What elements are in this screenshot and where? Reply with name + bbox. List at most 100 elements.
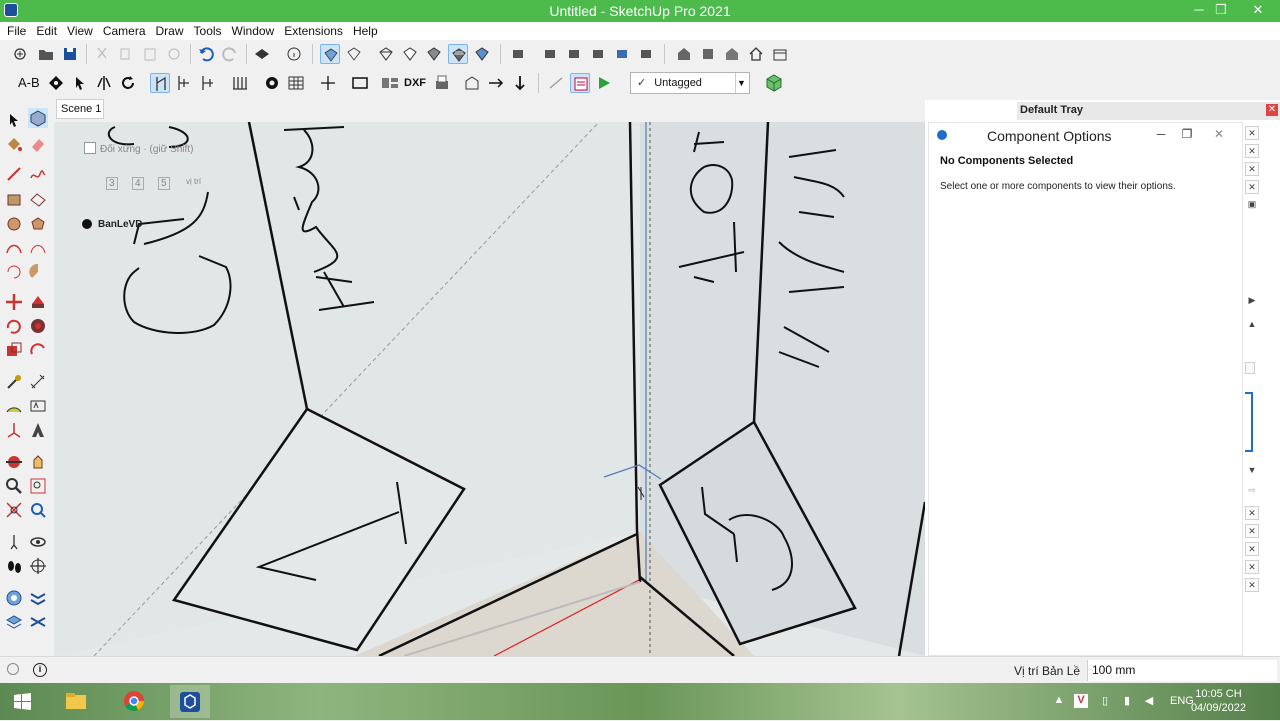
close-button[interactable]: ✕ [1238, 0, 1278, 22]
share-model-icon[interactable] [698, 44, 718, 64]
zoom-window-icon[interactable] [28, 476, 48, 496]
sketchup-taskbar-icon[interactable] [170, 685, 210, 718]
pie-tool-icon[interactable] [28, 262, 48, 282]
rectangle-tool-icon[interactable] [4, 190, 24, 210]
rail-close-1-icon[interactable]: ✕ [1245, 126, 1259, 140]
save-icon[interactable] [60, 44, 80, 64]
cabinet-icon[interactable] [462, 73, 482, 93]
pencil-line-icon[interactable] [4, 164, 24, 184]
menu-camera[interactable]: Camera [98, 22, 151, 40]
print-icon[interactable] [252, 44, 272, 64]
eraser-icon[interactable] [28, 134, 48, 154]
copy-icon[interactable] [116, 44, 136, 64]
tray-overflow-icon[interactable]: ▲ [1052, 694, 1066, 708]
hinge-left-icon[interactable] [174, 73, 194, 93]
scroll-up-icon[interactable]: ▲ [1245, 318, 1259, 332]
axes-tool-icon[interactable] [4, 420, 24, 440]
rectangle-icon[interactable] [350, 73, 370, 93]
position-camera-icon[interactable] [4, 532, 24, 552]
top-view-icon[interactable] [540, 44, 560, 64]
rail-close-2-icon[interactable]: ✕ [1245, 144, 1259, 158]
option-5-button[interactable]: 5 [158, 177, 170, 190]
layout-panels-icon[interactable] [380, 73, 400, 93]
table-grid-icon[interactable] [286, 73, 306, 93]
previous-view-icon[interactable] [28, 500, 48, 520]
windows-start-icon[interactable] [2, 685, 42, 718]
component-cube-icon[interactable] [764, 73, 784, 93]
info-icon[interactable]: i [33, 663, 47, 677]
settings-gear-icon[interactable] [262, 73, 282, 93]
rail-close-6-icon[interactable]: ✕ [1245, 524, 1259, 538]
rail-forward-icon[interactable]: ⇨ [1245, 484, 1259, 498]
layers-stack-icon[interactable] [4, 612, 24, 632]
erase-icon[interactable] [164, 44, 184, 64]
tags-panel-icon[interactable] [570, 73, 590, 93]
home-icon[interactable] [746, 44, 766, 64]
pan-tool-icon[interactable] [28, 452, 48, 472]
xray-icon[interactable] [320, 44, 340, 64]
arrow-down-icon[interactable] [510, 73, 530, 93]
dimension-tool-icon[interactable] [28, 372, 48, 392]
left-view-icon[interactable] [636, 44, 656, 64]
new-icon[interactable] [10, 44, 30, 64]
rail-save-icon[interactable]: ▣ [1245, 198, 1259, 212]
open-icon[interactable] [36, 44, 56, 64]
three-point-arc-icon[interactable] [4, 262, 24, 282]
tape-measure-icon[interactable] [546, 73, 566, 93]
tape-measure-tool-icon[interactable] [4, 372, 24, 392]
arrow-right-icon[interactable] [486, 73, 506, 93]
hidden-line-icon[interactable] [400, 44, 420, 64]
text-label-icon[interactable] [28, 396, 48, 416]
select-tool-icon[interactable] [4, 110, 24, 130]
look-around-icon[interactable] [28, 532, 48, 552]
maximize-button[interactable]: ❐ [1206, 0, 1236, 22]
right-view-icon[interactable] [588, 44, 608, 64]
panel-minimize-button[interactable]: ─ [1151, 125, 1171, 143]
two-point-arc-icon[interactable] [28, 238, 48, 258]
hinge-right-icon[interactable] [198, 73, 218, 93]
menu-extensions[interactable]: Extensions [279, 22, 348, 40]
battery-icon[interactable]: ▯ [1098, 694, 1112, 708]
drawing-viewport[interactable]: Đối xứng · (giữ Shift) 3 4 5 vị trí BanL… [54, 122, 925, 656]
zoom-tool-icon[interactable] [4, 476, 24, 496]
rail-close-9-icon[interactable]: ✕ [1245, 578, 1259, 592]
tag-dropdown[interactable]: ✓ Untagged ▼ [630, 72, 750, 94]
cut-icon[interactable] [92, 44, 112, 64]
rail-close-3-icon[interactable]: ✕ [1245, 162, 1259, 176]
push-pull-icon[interactable] [28, 292, 48, 312]
play-scene-icon[interactable] [594, 73, 614, 93]
front-view-icon[interactable] [564, 44, 584, 64]
option-3-button[interactable]: 3 [106, 177, 118, 190]
rotate-tool-icon[interactable] [4, 316, 24, 336]
freehand-icon[interactable] [28, 164, 48, 184]
menu-edit[interactable]: Edit [31, 22, 62, 40]
rail-close-4-icon[interactable]: ✕ [1245, 180, 1259, 194]
make-component-icon[interactable] [28, 108, 48, 128]
file-explorer-icon[interactable] [56, 685, 96, 718]
menu-file[interactable]: File [2, 22, 31, 40]
tray-close-button[interactable]: ✕ [1266, 104, 1278, 116]
walk-tool-icon[interactable] [4, 556, 24, 576]
measurement-input[interactable]: 100 mm [1087, 660, 1277, 681]
text-tool-button[interactable]: A-B [18, 73, 44, 93]
panel-title-row[interactable]: Component Options ─ ❐ ✕ [929, 123, 1242, 147]
menu-tools[interactable]: Tools [189, 22, 227, 40]
mirror-icon[interactable] [94, 73, 114, 93]
rotated-rectangle-icon[interactable] [28, 190, 48, 210]
clock[interactable]: 10:05 CH 04/09/2022 [1191, 687, 1246, 715]
shaded-textures-icon[interactable] [448, 44, 468, 64]
option-4-button[interactable]: 4 [132, 177, 144, 190]
shaded-icon[interactable] [424, 44, 444, 64]
paste-icon[interactable] [140, 44, 160, 64]
iso-view-icon[interactable] [508, 44, 528, 64]
print-report-icon[interactable] [432, 73, 452, 93]
scrollbar-thumb[interactable] [1245, 362, 1255, 374]
split-tool-icon[interactable] [28, 612, 48, 632]
network-icon[interactable]: ▮ [1120, 694, 1134, 708]
protractor-icon[interactable] [4, 396, 24, 416]
menu-view[interactable]: View [62, 22, 98, 40]
warehouse-icon[interactable] [674, 44, 694, 64]
panel-restore-button[interactable]: ❐ [1177, 125, 1197, 143]
rail-close-7-icon[interactable]: ✕ [1245, 542, 1259, 556]
mirror-checkbox[interactable] [84, 142, 96, 154]
